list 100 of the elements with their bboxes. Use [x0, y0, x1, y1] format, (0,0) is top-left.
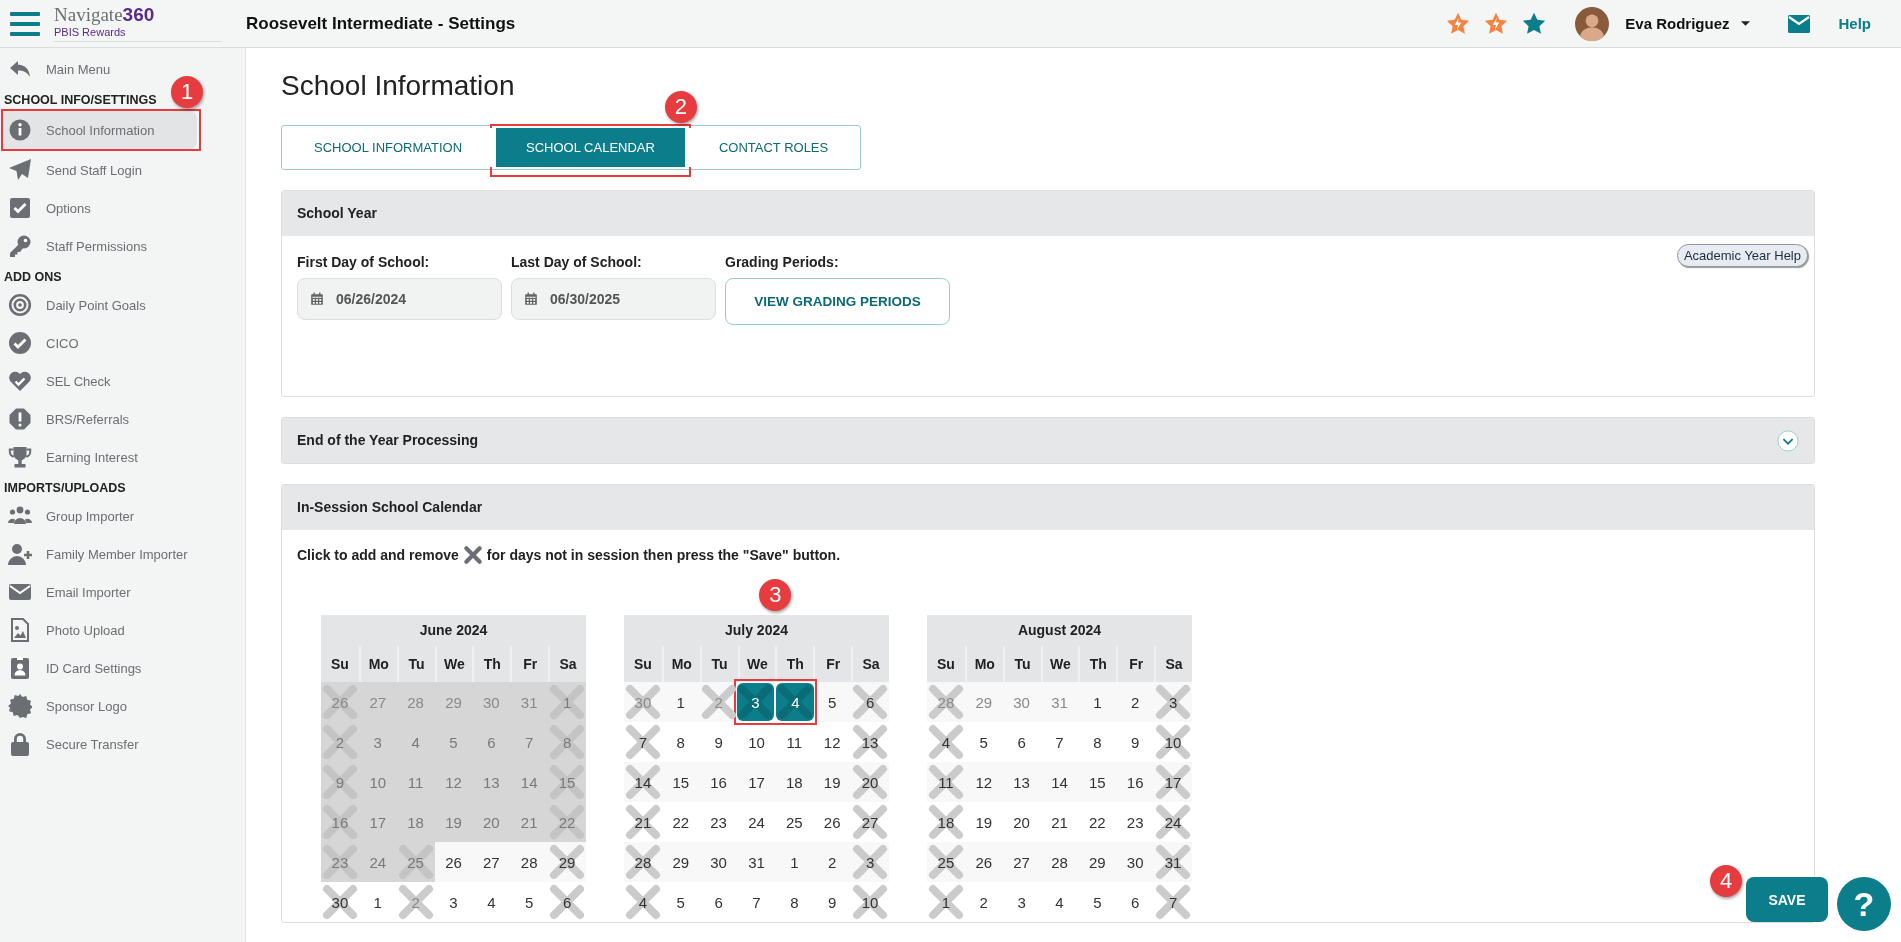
calendar-day[interactable]: 3 [434, 882, 473, 922]
calendar-day[interactable]: 27 [472, 842, 511, 882]
calendar-day[interactable]: 7 [1154, 882, 1192, 922]
calendar-day[interactable]: 2 [1116, 682, 1155, 722]
calendar-day[interactable]: 13 [1002, 762, 1041, 802]
calendar-day[interactable]: 15 [661, 762, 700, 802]
academic-year-help-button[interactable]: Academic Year Help [1676, 244, 1808, 267]
calendar-day[interactable]: 6 [1002, 722, 1041, 762]
calendar-day[interactable]: 4 [776, 683, 815, 721]
calendar-day[interactable]: 3 [736, 683, 775, 721]
sidebar-item[interactable]: Secure Transfer [0, 725, 232, 763]
sidebar-item[interactable]: SEL Check [0, 362, 232, 400]
calendar-day[interactable]: 1 [661, 682, 700, 722]
calendar-day[interactable]: 26 [964, 842, 1003, 882]
calendar-day[interactable]: 3 [1154, 682, 1192, 722]
calendar-day[interactable]: 5 [813, 682, 852, 722]
sidebar-item[interactable]: BRS/Referrals [0, 400, 232, 438]
sidebar-item[interactable]: Staff Permissions [0, 227, 232, 265]
calendar-day[interactable]: 10 [1154, 722, 1192, 762]
calendar-day[interactable]: 9 [813, 882, 852, 922]
calendar-day[interactable]: 30 [321, 882, 359, 922]
calendar-day[interactable]: 28 [624, 842, 662, 882]
sidebar-item[interactable]: Sponsor Logo [0, 687, 232, 725]
calendar-day[interactable]: 4 [472, 882, 511, 922]
calendar-day[interactable]: 29 [548, 842, 586, 882]
sidebar-item[interactable]: ID Card Settings [0, 649, 232, 687]
calendar-day[interactable]: 25 [927, 842, 965, 882]
calendar-day[interactable]: 9 [1116, 722, 1155, 762]
calendar-day[interactable]: 3 [851, 842, 889, 882]
calendar-day[interactable]: 14 [624, 762, 662, 802]
calendar-day[interactable]: 23 [1116, 802, 1155, 842]
calendar-day[interactable]: 6 [699, 882, 738, 922]
calendar-day[interactable]: 21 [624, 802, 662, 842]
calendar-day[interactable]: 1 [1078, 682, 1117, 722]
calendar-day[interactable]: 11 [775, 722, 814, 762]
calendar-day[interactable]: 1 [927, 882, 965, 922]
calendar-day[interactable]: 3 [1002, 882, 1041, 922]
user-menu[interactable]: Eva Rodriguez [1621, 15, 1755, 32]
calendar-day[interactable]: 4 [927, 722, 965, 762]
date-field[interactable]: 06/26/2024 [297, 278, 502, 320]
sidebar-item[interactable]: Email Importer [0, 573, 232, 611]
sidebar-item[interactable]: School Information [3, 111, 197, 149]
calendar-day[interactable]: 1 [775, 842, 814, 882]
calendar-day[interactable]: 5 [661, 882, 700, 922]
calendar-day[interactable]: 26 [434, 842, 473, 882]
calendar-day[interactable]: 27 [851, 802, 889, 842]
save-button[interactable]: SAVE [1746, 877, 1828, 922]
calendar-day[interactable]: 24 [737, 802, 776, 842]
calendar-day[interactable]: 22 [661, 802, 700, 842]
calendar-day[interactable]: 6 [1116, 882, 1155, 922]
calendar-day[interactable]: 8 [1078, 722, 1117, 762]
calendar-day[interactable]: 10 [851, 882, 889, 922]
sidebar-item[interactable]: Daily Point Goals [0, 286, 232, 324]
calendar-day[interactable]: 5 [510, 882, 549, 922]
calendar-day[interactable]: 21 [1040, 802, 1079, 842]
calendar-day[interactable]: 20 [851, 762, 889, 802]
calendar-day[interactable]: 5 [1078, 882, 1117, 922]
sidebar-item[interactable]: Earning Interest [0, 438, 232, 476]
calendar-day[interactable]: 2 [813, 842, 852, 882]
calendar-day[interactable]: 31 [1154, 842, 1192, 882]
calendar-day[interactable]: 13 [851, 722, 889, 762]
panel-header[interactable]: End of the Year Processing [282, 418, 1814, 463]
date-field[interactable]: 06/30/2025 [511, 278, 716, 320]
calendar-day[interactable]: 6 [548, 882, 586, 922]
calendar-day[interactable]: 8 [775, 882, 814, 922]
calendar-day[interactable]: 1 [358, 882, 397, 922]
calendar-day[interactable]: 27 [1002, 842, 1041, 882]
calendar-day[interactable]: 7 [737, 882, 776, 922]
calendar-day[interactable]: 15 [1078, 762, 1117, 802]
calendar-day[interactable]: 19 [813, 762, 852, 802]
sidebar-item[interactable]: Family Member Importer [0, 535, 232, 573]
calendar-day[interactable]: 9 [699, 722, 738, 762]
calendar-day[interactable]: 24 [1154, 802, 1192, 842]
calendar-day[interactable]: 28 [510, 842, 549, 882]
calendar-day[interactable]: 4 [624, 882, 662, 922]
calendar-day[interactable]: 23 [699, 802, 738, 842]
calendar-day[interactable]: 14 [1040, 762, 1079, 802]
calendar-day[interactable]: 29 [661, 842, 700, 882]
tab[interactable]: SCHOOL CALENDAR [496, 128, 685, 167]
calendar-day[interactable]: 18 [927, 802, 965, 842]
help-button[interactable]: ? [1837, 877, 1891, 931]
calendar-day[interactable]: 7 [624, 722, 662, 762]
calendar-day[interactable]: 16 [1116, 762, 1155, 802]
calendar-day[interactable]: 8 [661, 722, 700, 762]
sidebar-item[interactable]: Options [0, 189, 232, 227]
calendar-day[interactable]: 29 [1078, 842, 1117, 882]
calendar-day[interactable]: 12 [964, 762, 1003, 802]
calendar-day[interactable]: 25 [775, 802, 814, 842]
calendar-day[interactable]: 10 [737, 722, 776, 762]
calendar-day[interactable]: 30 [699, 842, 738, 882]
help-link[interactable]: Help [1838, 15, 1871, 32]
calendar-day[interactable]: 20 [1002, 802, 1041, 842]
calendar-day[interactable]: 31 [737, 842, 776, 882]
calendar-day[interactable]: 4 [1040, 882, 1079, 922]
calendar-day[interactable]: 11 [927, 762, 965, 802]
calendar-day[interactable]: 16 [699, 762, 738, 802]
view-grading-periods-button[interactable]: VIEW GRADING PERIODS [725, 278, 950, 325]
sidebar-item[interactable]: Send Staff Login [0, 151, 232, 189]
calendar-day[interactable]: 30 [1116, 842, 1155, 882]
calendar-day[interactable]: 19 [964, 802, 1003, 842]
